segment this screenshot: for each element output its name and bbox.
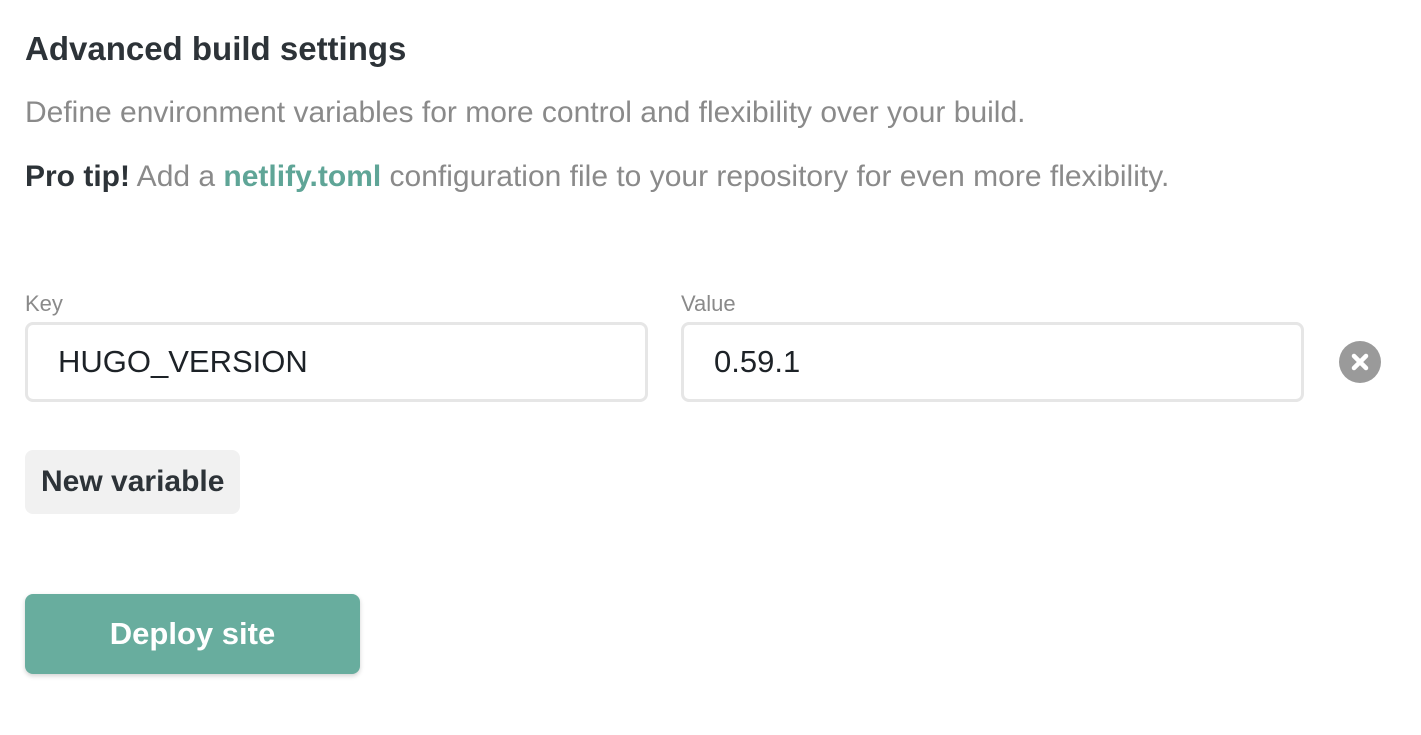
section-description: Define environment variables for more co… bbox=[25, 96, 1026, 129]
env-key-input[interactable] bbox=[25, 322, 648, 402]
pro-tip-text-before: Add a bbox=[130, 160, 224, 193]
key-label: Key bbox=[25, 291, 63, 316]
close-circle-icon bbox=[1350, 352, 1370, 372]
netlify-toml-link[interactable]: netlify.toml bbox=[223, 160, 381, 193]
pro-tip-lead: Pro tip! bbox=[25, 160, 130, 193]
deploy-site-button[interactable]: Deploy site bbox=[25, 594, 360, 674]
pro-tip: Pro tip! Add a netlify.toml configuratio… bbox=[25, 160, 1169, 194]
remove-variable-button[interactable] bbox=[1339, 341, 1381, 383]
pro-tip-text-after: configuration file to your repository fo… bbox=[381, 160, 1170, 193]
new-variable-button[interactable]: New variable bbox=[25, 450, 241, 514]
section-title: Advanced build settings bbox=[25, 30, 407, 67]
value-label: Value bbox=[681, 291, 736, 316]
env-value-input[interactable] bbox=[681, 322, 1304, 402]
